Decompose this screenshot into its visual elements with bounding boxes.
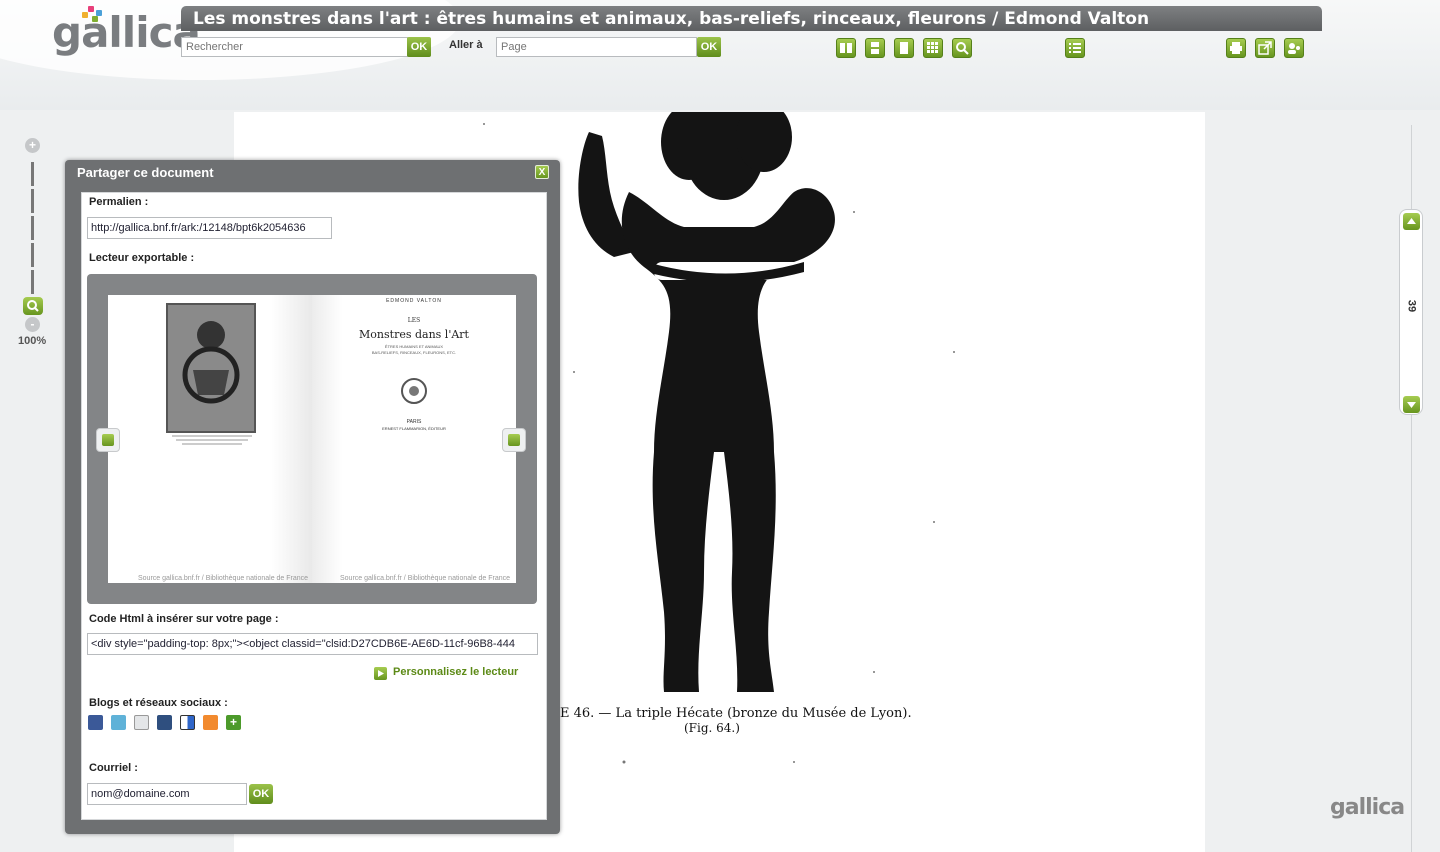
goto-label: Aller à bbox=[449, 39, 483, 51]
previous-page-button[interactable] bbox=[1403, 213, 1420, 230]
goto-ok-button[interactable]: OK bbox=[697, 37, 721, 57]
share-icon[interactable] bbox=[1284, 38, 1304, 58]
next-page-button[interactable] bbox=[1403, 396, 1420, 413]
publisher-emblem bbox=[401, 378, 427, 404]
zoom-track[interactable] bbox=[31, 162, 34, 298]
list-icon[interactable] bbox=[1065, 38, 1085, 58]
magnifier-icon bbox=[27, 300, 39, 312]
twitter-icon[interactable] bbox=[111, 715, 126, 730]
viewer-next-button[interactable] bbox=[502, 428, 526, 452]
close-button[interactable]: X bbox=[535, 165, 549, 179]
export-icon[interactable] bbox=[1255, 38, 1275, 58]
email-ok-button[interactable]: OK bbox=[249, 784, 273, 804]
zoom-out-button[interactable]: - bbox=[25, 317, 40, 332]
google-icon[interactable] bbox=[134, 715, 149, 730]
play-icon[interactable] bbox=[374, 667, 387, 680]
current-page-number: 39 bbox=[1405, 299, 1418, 313]
double-page-icon[interactable] bbox=[836, 38, 856, 58]
search-ok-button[interactable]: OK bbox=[407, 37, 431, 57]
viewer-subtitle-1: ÊTRES HUMAINS ET ANIMAUX bbox=[384, 344, 444, 349]
logo-text: gallica bbox=[52, 8, 201, 57]
html-code-label: Code Html à insérer sur votre page : bbox=[89, 613, 279, 625]
viewer-source-right: Source gallica.bnf.fr / Bibliothèque nat… bbox=[340, 575, 511, 582]
share-dialog: Partager ce document X Permalien : http:… bbox=[65, 160, 560, 834]
search-icon[interactable] bbox=[952, 38, 972, 58]
exportable-viewer[interactable]: Source gallica.bnf.fr / Bibliothèque nat… bbox=[87, 274, 537, 604]
exportable-viewer-label: Lecteur exportable : bbox=[89, 252, 195, 264]
delicious-icon[interactable] bbox=[180, 715, 195, 730]
zoom-slider-handle[interactable] bbox=[23, 297, 43, 315]
document-title: Les monstres dans l'art : êtres humains … bbox=[193, 9, 1150, 29]
viewer-les: LES bbox=[407, 317, 421, 324]
grid-icon[interactable] bbox=[923, 38, 943, 58]
print-icon[interactable] bbox=[1226, 38, 1246, 58]
viewer-subtitle-2: BAS-RELIEFS, RINCEAUX, FLEURONS, ETC. bbox=[371, 350, 457, 355]
social-label: Blogs et réseaux sociaux : bbox=[89, 697, 228, 709]
viewer-right-page: EDMOND VALTON LES Monstres dans l'Art ÊT… bbox=[312, 295, 516, 583]
viewer-left-page: Source gallica.bnf.fr / Bibliothèque nat… bbox=[108, 295, 312, 583]
single-page-icon[interactable] bbox=[865, 38, 885, 58]
zoom-in-button[interactable]: + bbox=[25, 138, 40, 153]
dialog-body: Permalien : http://gallica.bnf.fr/ark:/1… bbox=[81, 192, 547, 820]
goto-page-input[interactable] bbox=[496, 37, 697, 57]
dialog-title: Partager ce document bbox=[77, 165, 214, 180]
page-icon[interactable] bbox=[894, 38, 914, 58]
viewer-publisher: ERNEST FLAMMARION, ÉDITEUR bbox=[382, 426, 446, 431]
figure-number: (Fig. 64.) bbox=[684, 721, 740, 735]
viewer-book-title: Monstres dans l'Art bbox=[359, 328, 469, 341]
title-bar: Les monstres dans l'art : êtres humains … bbox=[181, 6, 1322, 31]
myspace-icon[interactable] bbox=[157, 715, 172, 730]
permalink-label: Permalien : bbox=[89, 196, 149, 208]
zoom-level: 100% bbox=[18, 335, 47, 347]
facebook-icon[interactable] bbox=[88, 715, 103, 730]
viewer-city: PARIS bbox=[406, 419, 422, 425]
email-field[interactable]: nom@domaine.com bbox=[87, 783, 247, 805]
viewer-author: EDMOND VALTON bbox=[386, 298, 442, 304]
permalink-field[interactable]: http://gallica.bnf.fr/ark:/12148/bpt6k20… bbox=[87, 217, 332, 239]
ornament-illustration bbox=[166, 303, 256, 445]
gallica-logo[interactable]: gallica bbox=[52, 6, 201, 66]
figure-caption: E 46. — La triple Hécate (bronze du Musé… bbox=[560, 706, 912, 721]
search-input[interactable] bbox=[181, 37, 408, 57]
html-code-field[interactable]: <div style="padding-top: 8px;"><object c… bbox=[87, 633, 538, 655]
add-icon[interactable]: + bbox=[226, 715, 241, 730]
blogger-icon[interactable] bbox=[203, 715, 218, 730]
gallica-watermark-logo: gallica bbox=[1330, 795, 1405, 820]
viewer-previous-button[interactable] bbox=[96, 428, 120, 452]
customize-viewer-link[interactable]: Personnalisez le lecteur bbox=[393, 666, 518, 678]
viewer-source-left: Source gallica.bnf.fr / Bibliothèque nat… bbox=[138, 575, 309, 582]
email-label: Courriel : bbox=[89, 762, 138, 774]
